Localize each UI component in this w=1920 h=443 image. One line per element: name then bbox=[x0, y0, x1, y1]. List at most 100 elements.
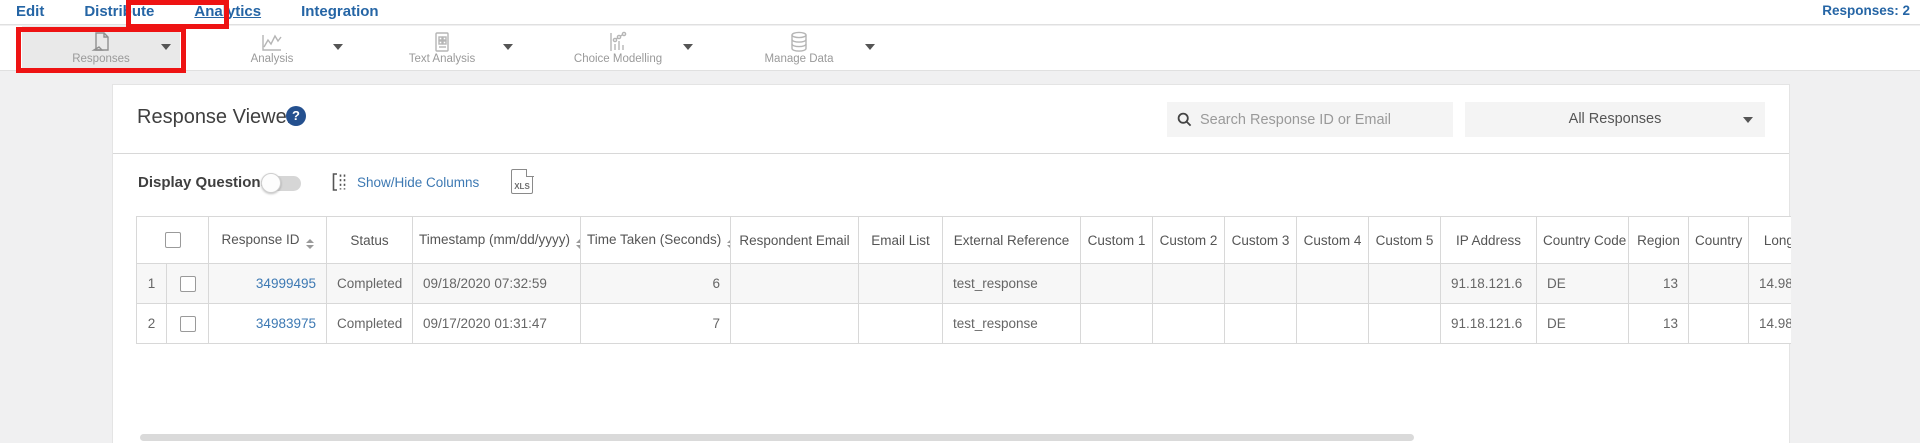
response-filter-value: All Responses bbox=[1465, 102, 1765, 137]
table-row: 234983975Completed09/17/2020 01:31:477te… bbox=[137, 304, 1792, 344]
email-list-cell bbox=[859, 304, 943, 344]
search-input[interactable] bbox=[1200, 112, 1443, 128]
analytics-toolbar: Responses Analysis Text Analysis Choice … bbox=[0, 26, 1920, 71]
toolbar-item-label: Text Analysis bbox=[362, 53, 522, 65]
show-hide-columns-button[interactable]: Show/Hide Columns bbox=[331, 172, 479, 192]
respondent-email-cell bbox=[731, 264, 859, 304]
custom-2-cell bbox=[1153, 304, 1225, 344]
responses-count: Responses: 2 bbox=[1822, 3, 1910, 18]
col-respondent-email: Respondent Email bbox=[731, 217, 859, 264]
custom-5-cell bbox=[1369, 264, 1441, 304]
table-header-row: Response ID Status Timestamp (mm/dd/yyyy… bbox=[137, 217, 1792, 264]
custom-1-cell bbox=[1081, 304, 1153, 344]
toolbar-item-label: Responses bbox=[22, 53, 180, 65]
nav-item-distribute[interactable]: Distribute bbox=[84, 0, 154, 24]
analysis-icon bbox=[192, 29, 352, 55]
ip-address-cell: 91.18.121.6 bbox=[1441, 304, 1537, 344]
sort-icon[interactable] bbox=[576, 239, 580, 249]
col-email-list: Email List bbox=[859, 217, 943, 264]
row-checkbox[interactable] bbox=[180, 316, 196, 332]
sort-icon[interactable] bbox=[306, 239, 314, 249]
text-analysis-dropdown-caret[interactable] bbox=[503, 44, 513, 50]
country-cell bbox=[1689, 264, 1749, 304]
toolbar-item-text-analysis[interactable]: Text Analysis bbox=[362, 26, 522, 70]
status-cell: Completed bbox=[327, 264, 413, 304]
ip-address-cell: 91.18.121.6 bbox=[1441, 264, 1537, 304]
horizontal-scrollbar[interactable] bbox=[140, 434, 1414, 441]
toolbar-item-responses[interactable]: Responses bbox=[22, 26, 180, 70]
response-id-link[interactable]: 34983975 bbox=[256, 316, 316, 331]
col-country: Country bbox=[1689, 217, 1749, 264]
nav-item-analytics[interactable]: Analytics bbox=[194, 0, 261, 24]
toolbar-item-analysis[interactable]: Analysis bbox=[192, 26, 352, 70]
time-taken-cell: 6 bbox=[581, 264, 731, 304]
response-id-cell: 34999495 bbox=[209, 264, 327, 304]
col-custom-3: Custom 3 bbox=[1225, 217, 1297, 264]
select-all-checkbox[interactable] bbox=[165, 232, 181, 248]
xls-label: XLS bbox=[512, 182, 532, 191]
table-controls: Display Questions Show/Hide Columns XLS bbox=[113, 154, 1789, 214]
toolbar-item-label: Analysis bbox=[192, 53, 352, 65]
col-response-id[interactable]: Response ID bbox=[209, 217, 327, 264]
country-code-cell: DE bbox=[1537, 264, 1629, 304]
choice-modelling-icon bbox=[534, 29, 702, 55]
row-checkbox[interactable] bbox=[180, 276, 196, 292]
toggle-knob bbox=[261, 173, 281, 193]
region-cell: 13 bbox=[1629, 264, 1689, 304]
custom-4-cell bbox=[1297, 304, 1369, 344]
col-time-taken[interactable]: Time Taken (Seconds) bbox=[581, 217, 731, 264]
timestamp-cell: 09/18/2020 07:32:59 bbox=[413, 264, 581, 304]
external-reference-cell: test_response bbox=[943, 304, 1081, 344]
time-taken-cell: 7 bbox=[581, 304, 731, 344]
email-list-cell bbox=[859, 264, 943, 304]
status-cell: Completed bbox=[327, 304, 413, 344]
col-region: Region bbox=[1629, 217, 1689, 264]
col-ip-address: IP Address bbox=[1441, 217, 1537, 264]
col-custom-4: Custom 4 bbox=[1297, 217, 1369, 264]
response-viewer-panel: Response Viewer ? All Responses Display … bbox=[112, 84, 1790, 443]
search-box bbox=[1167, 102, 1453, 137]
text-analysis-icon bbox=[362, 29, 522, 55]
col-custom-1: Custom 1 bbox=[1081, 217, 1153, 264]
analysis-dropdown-caret[interactable] bbox=[333, 44, 343, 50]
row-checkbox-cell bbox=[167, 264, 209, 304]
region-cell: 13 bbox=[1629, 304, 1689, 344]
response-id-link[interactable]: 34999495 bbox=[256, 276, 316, 291]
nav-item-edit[interactable]: Edit bbox=[16, 0, 44, 24]
nav-item-integration[interactable]: Integration bbox=[301, 0, 379, 24]
col-timestamp[interactable]: Timestamp (mm/dd/yyyy) bbox=[413, 217, 581, 264]
custom-3-cell bbox=[1225, 304, 1297, 344]
display-questions-label: Display Questions bbox=[138, 174, 269, 191]
row-checkbox-cell bbox=[167, 304, 209, 344]
col-custom-2: Custom 2 bbox=[1153, 217, 1225, 264]
responses-icon bbox=[22, 29, 180, 55]
country-code-cell: DE bbox=[1537, 304, 1629, 344]
col-country-code: Country Code bbox=[1537, 217, 1629, 264]
col-custom-5: Custom 5 bbox=[1369, 217, 1441, 264]
toolbar-item-choice-modelling[interactable]: Choice Modelling bbox=[534, 26, 702, 70]
timestamp-cell: 09/17/2020 01:31:47 bbox=[413, 304, 581, 344]
display-questions-toggle[interactable] bbox=[263, 176, 301, 191]
page-title: Response Viewer bbox=[137, 106, 293, 129]
panel-header: Response Viewer ? All Responses bbox=[113, 85, 1789, 154]
manage-data-dropdown-caret[interactable] bbox=[865, 44, 875, 50]
choice-modelling-dropdown-caret[interactable] bbox=[683, 44, 693, 50]
custom-4-cell bbox=[1297, 264, 1369, 304]
responses-dropdown-caret[interactable] bbox=[161, 44, 171, 50]
response-filter-dropdown[interactable]: All Responses bbox=[1465, 102, 1765, 137]
select-all-header bbox=[137, 217, 209, 264]
columns-icon bbox=[331, 172, 349, 192]
response-id-cell: 34983975 bbox=[209, 304, 327, 344]
xls-export-icon[interactable]: XLS bbox=[511, 169, 533, 194]
responses-table: Response ID Status Timestamp (mm/dd/yyyy… bbox=[136, 216, 1791, 344]
table-body: 1 34999495 Completed09/18/2020 07:32:596 te… bbox=[137, 264, 1792, 344]
nav-items: Edit Distribute Analytics Integration bbox=[0, 0, 379, 24]
toolbar-item-manage-data[interactable]: Manage Data bbox=[714, 26, 884, 70]
toolbar-item-label: Manage Data bbox=[714, 53, 884, 65]
help-icon[interactable]: ? bbox=[286, 106, 306, 126]
row-number: 1 bbox=[137, 264, 167, 304]
longitude-cell: 14.98 bbox=[1749, 304, 1792, 344]
custom-1-cell bbox=[1081, 264, 1153, 304]
responses-table-container: Response ID Status Timestamp (mm/dd/yyyy… bbox=[136, 216, 1791, 428]
manage-data-icon bbox=[714, 29, 884, 55]
